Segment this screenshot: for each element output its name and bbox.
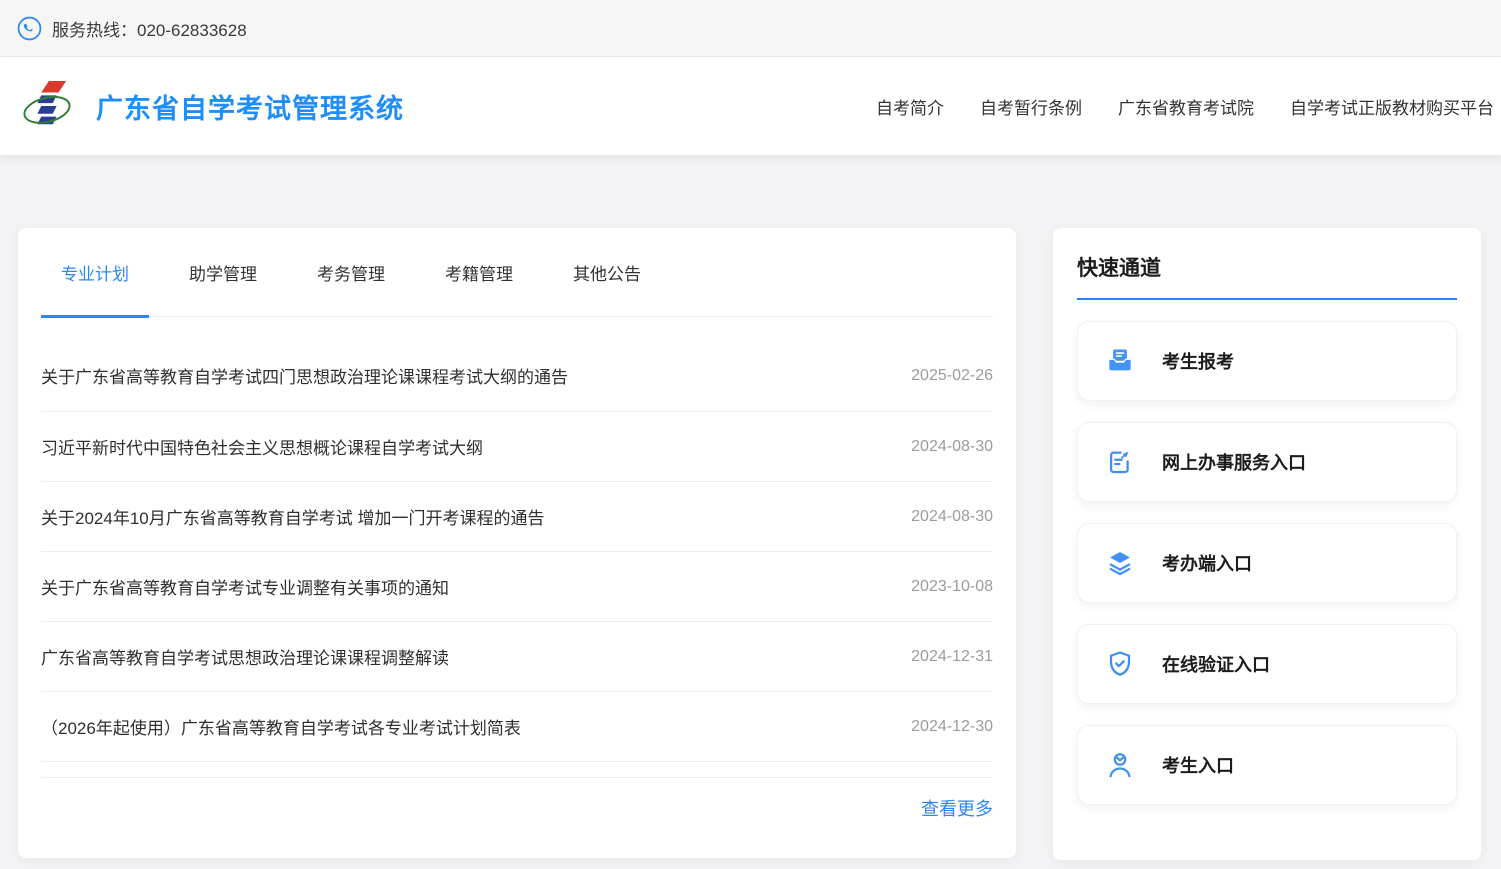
quick-link-exam-office-entrance[interactable]: 考办端入口	[1077, 523, 1457, 603]
tab-study-support[interactable]: 助学管理	[169, 228, 277, 316]
shield-check-icon	[1105, 649, 1135, 679]
quick-channel-panel: 快速通道 考生报考 网上办事服务入口	[1053, 228, 1481, 860]
page-title: 广东省自学考试管理系统	[96, 87, 404, 126]
content: 专业计划 助学管理 考务管理 考籍管理 其他公告 关于广东省高等教育自学考试四门…	[0, 155, 1501, 860]
hotline-label: 服务热线：	[52, 21, 137, 40]
tab-label: 考务管理	[317, 260, 385, 285]
list-item[interactable]: 关于2024年10月广东省高等教育自学考试 增加一门开考课程的通告 2024-0…	[41, 482, 993, 552]
notice-title: 关于广东省高等教育自学考试四门思想政治理论课课程考试大纲的通告	[41, 363, 568, 388]
list-item[interactable]: （2026年起使用）广东省高等教育自学考试各专业考试计划简表 2024-12-3…	[41, 692, 993, 762]
quick-link-candidate-registration[interactable]: 考生报考	[1077, 321, 1457, 401]
quick-channel-header: 快速通道	[1077, 252, 1457, 300]
notice-list: 关于广东省高等教育自学考试四门思想政治理论课课程考试大纲的通告 2025-02-…	[41, 317, 993, 821]
notice-title: 广东省高等教育自学考试思想政治理论课课程调整解读	[41, 644, 449, 669]
notice-title: 习近平新时代中国特色社会主义思想概论课程自学考试大纲	[41, 434, 483, 459]
list-item[interactable]: 习近平新时代中国特色社会主义思想概论课程自学考试大纲 2024-08-30	[41, 412, 993, 482]
header: 广东省自学考试管理系统 自考简介 自考暂行条例 广东省教育考试院 自学考试正版教…	[0, 57, 1501, 155]
tab-exam-affairs[interactable]: 考务管理	[297, 228, 405, 316]
quick-channel-title: 快速通道	[1077, 257, 1161, 280]
layers-icon	[1105, 548, 1135, 578]
list-item[interactable]: 关于广东省高等教育自学考试专业调整有关事项的通知 2023-10-08	[41, 552, 993, 622]
main-nav: 自考简介 自考暂行条例 广东省教育考试院 自学考试正版教材购买平台	[876, 94, 1501, 119]
quick-link-online-verification-entrance[interactable]: 在线验证入口	[1077, 624, 1457, 704]
notice-title: 关于2024年10月广东省高等教育自学考试 增加一门开考课程的通告	[41, 504, 544, 529]
notice-date: 2024-12-30	[911, 718, 993, 736]
nav-item-intro[interactable]: 自考简介	[876, 94, 944, 119]
tab-exam-records[interactable]: 考籍管理	[425, 228, 533, 316]
site-logo-icon	[22, 76, 72, 136]
tab-major-plan[interactable]: 专业计划	[41, 228, 149, 316]
hotline-text: 服务热线：020-62833628	[52, 16, 247, 41]
quick-link-label: 考办端入口	[1162, 550, 1252, 576]
quick-link-label: 网上办事服务入口	[1162, 449, 1306, 475]
nav-item-provisional-regulations[interactable]: 自考暂行条例	[980, 94, 1082, 119]
nav-item-education-exam-authority[interactable]: 广东省教育考试院	[1118, 94, 1254, 119]
nav-item-textbook-platform[interactable]: 自学考试正版教材购买平台	[1290, 94, 1494, 119]
quick-link-label: 考生入口	[1162, 752, 1234, 778]
notice-date: 2024-12-31	[911, 648, 993, 666]
hotline-number: 020-62833628	[137, 21, 247, 40]
tab-label: 考籍管理	[445, 260, 513, 285]
edit-document-icon	[1105, 447, 1135, 477]
user-icon	[1105, 750, 1135, 780]
notice-date: 2024-08-30	[911, 508, 993, 526]
quick-link-label: 在线验证入口	[1162, 651, 1270, 677]
list-item[interactable]: 关于广东省高等教育自学考试四门思想政治理论课课程考试大纲的通告 2025-02-…	[41, 317, 993, 412]
notice-date: 2025-02-26	[911, 367, 993, 385]
tab-label: 专业计划	[61, 260, 129, 285]
topbar: 服务热线：020-62833628	[0, 0, 1501, 57]
quick-link-label: 考生报考	[1162, 348, 1234, 374]
view-more-row: 查看更多	[41, 778, 993, 821]
tab-label: 助学管理	[189, 260, 257, 285]
tab-other-notices[interactable]: 其他公告	[553, 228, 661, 316]
quick-link-online-service-entrance[interactable]: 网上办事服务入口	[1077, 422, 1457, 502]
notice-title: （2026年起使用）广东省高等教育自学考试各专业考试计划简表	[41, 714, 521, 739]
phone-icon	[17, 16, 42, 41]
list-item[interactable]: 广东省高等教育自学考试思想政治理论课课程调整解读 2024-12-31	[41, 622, 993, 692]
notice-title: 关于广东省高等教育自学考试专业调整有关事项的通知	[41, 574, 449, 599]
inbox-icon	[1105, 346, 1135, 376]
quick-link-candidate-entrance[interactable]: 考生入口	[1077, 725, 1457, 805]
notice-tabs: 专业计划 助学管理 考务管理 考籍管理 其他公告	[41, 228, 993, 317]
view-more-link[interactable]: 查看更多	[921, 795, 993, 821]
notice-date: 2023-10-08	[911, 578, 993, 596]
list-divider	[41, 762, 993, 778]
tab-label: 其他公告	[573, 260, 641, 285]
notice-date: 2024-08-30	[911, 438, 993, 456]
notice-panel: 专业计划 助学管理 考务管理 考籍管理 其他公告 关于广东省高等教育自学考试四门…	[18, 228, 1016, 858]
